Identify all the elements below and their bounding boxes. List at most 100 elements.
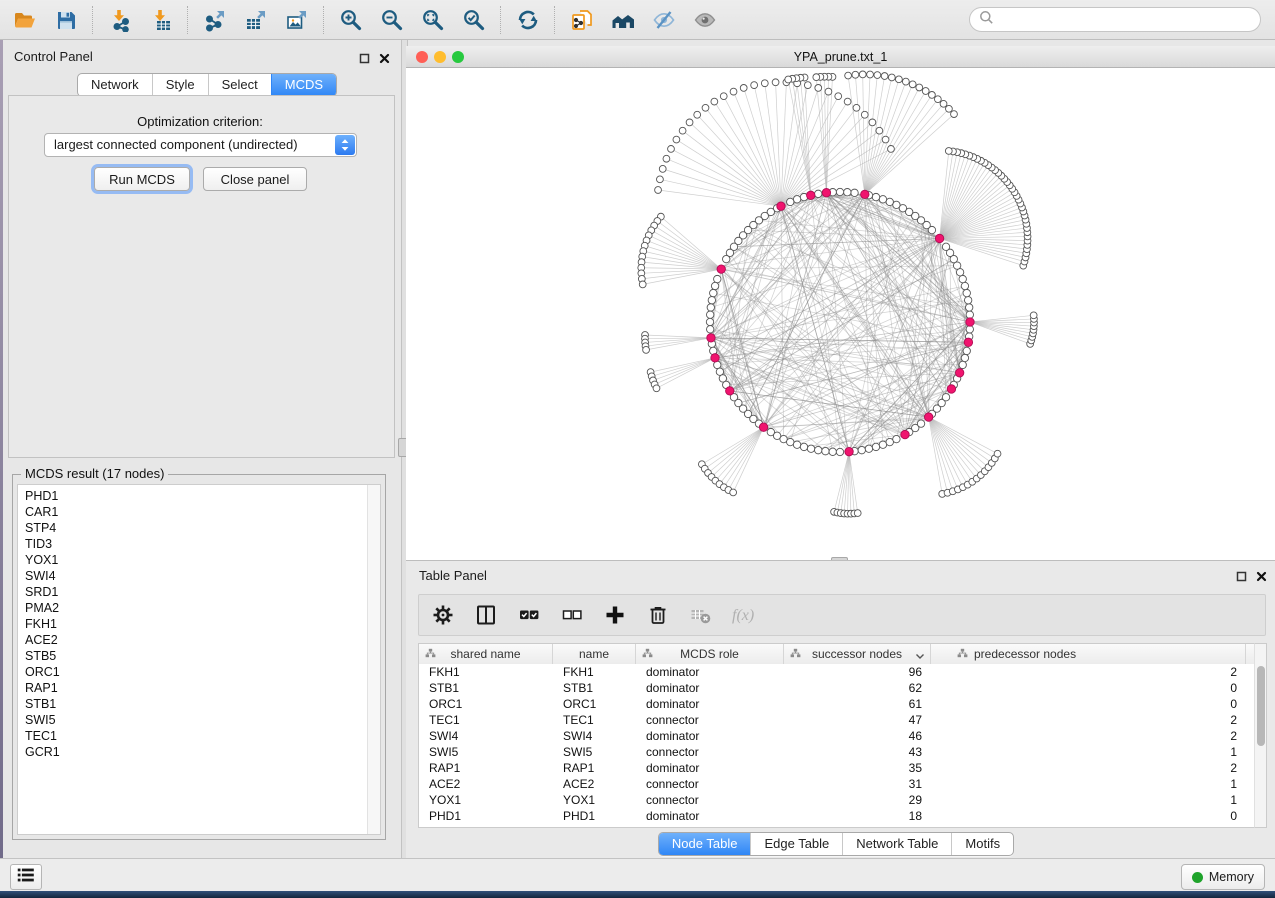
network-node[interactable] xyxy=(966,326,973,333)
table-cell[interactable]: connector xyxy=(636,745,784,759)
network-node[interactable] xyxy=(881,73,888,80)
table-row[interactable]: STB1STB1dominator620 xyxy=(419,680,1254,696)
table-cell[interactable]: 46 xyxy=(784,729,931,743)
network-node[interactable] xyxy=(963,347,970,354)
network-node[interactable] xyxy=(872,193,879,200)
close-panel-button[interactable]: Close panel xyxy=(203,167,307,191)
zoom-selected-icon[interactable] xyxy=(453,3,494,37)
mcds-dominator-node[interactable] xyxy=(845,447,853,455)
export-image-icon[interactable] xyxy=(276,3,317,37)
network-node[interactable] xyxy=(707,311,714,318)
tab-network[interactable]: Network xyxy=(78,74,152,96)
network-node[interactable] xyxy=(879,196,886,203)
network-node[interactable] xyxy=(844,98,851,105)
network-node[interactable] xyxy=(706,318,713,325)
table-cell[interactable]: connector xyxy=(636,777,784,791)
tab-network-table[interactable]: Network Table xyxy=(842,833,951,855)
network-node[interactable] xyxy=(872,443,879,450)
table-cell[interactable]: 61 xyxy=(784,697,931,711)
network-node[interactable] xyxy=(940,100,947,107)
network-node[interactable] xyxy=(959,361,966,368)
table-cell[interactable]: 2 xyxy=(931,665,1246,679)
table-cell[interactable]: SWI5 xyxy=(419,745,553,759)
network-node[interactable] xyxy=(707,304,714,311)
network-node[interactable] xyxy=(723,255,730,262)
network-node[interactable] xyxy=(886,198,893,205)
table-cell[interactable]: 18 xyxy=(784,809,931,823)
table-settings-icon[interactable] xyxy=(429,600,457,630)
table-cell[interactable]: ACE2 xyxy=(553,777,636,791)
table-row[interactable]: YOX1YOX1connector291 xyxy=(419,792,1254,808)
network-node[interactable] xyxy=(711,98,718,105)
mcds-result-item[interactable]: GCR1 xyxy=(25,744,380,760)
network-node[interactable] xyxy=(663,155,670,162)
network-window-titlebar[interactable]: YPA_prune.txt_1 xyxy=(406,46,1275,68)
table-row[interactable]: FKH1FKH1dominator962 xyxy=(419,664,1254,680)
table-cell[interactable]: STB1 xyxy=(419,681,553,695)
network-node[interactable] xyxy=(942,243,949,250)
table-cell[interactable]: 1 xyxy=(931,793,1246,807)
network-graph[interactable] xyxy=(406,68,1275,560)
network-node[interactable] xyxy=(800,443,807,450)
network-node[interactable] xyxy=(888,146,895,153)
network-node[interactable] xyxy=(702,104,709,111)
network-node[interactable] xyxy=(673,136,680,143)
delete-entry-icon[interactable] xyxy=(644,600,672,630)
table-cell[interactable]: YOX1 xyxy=(553,793,636,807)
tab-edge-table[interactable]: Edge Table xyxy=(750,833,842,855)
table-cell[interactable]: 2 xyxy=(931,729,1246,743)
mcds-result-item[interactable]: STB5 xyxy=(25,648,380,664)
network-node[interactable] xyxy=(694,111,701,118)
network-node[interactable] xyxy=(825,88,832,95)
network-node[interactable] xyxy=(836,188,843,195)
table-row[interactable]: RAP1RAP1dominator352 xyxy=(419,760,1254,776)
network-node[interactable] xyxy=(708,297,715,304)
table-cell[interactable]: SWI4 xyxy=(553,729,636,743)
mcds-result-item[interactable]: STB1 xyxy=(25,696,380,712)
zoom-in-icon[interactable] xyxy=(330,3,371,37)
mcds-dominator-node[interactable] xyxy=(966,318,974,326)
save-session-icon[interactable] xyxy=(45,3,86,37)
open-file-icon[interactable] xyxy=(4,3,45,37)
table-cell[interactable]: 0 xyxy=(931,809,1246,823)
mcds-result-item[interactable]: STP4 xyxy=(25,520,380,536)
network-node[interactable] xyxy=(815,446,822,453)
close-panel-icon[interactable] xyxy=(1256,569,1267,587)
network-node[interactable] xyxy=(853,104,860,111)
mcds-result-item[interactable]: SWI4 xyxy=(25,568,380,584)
table-scrollbar[interactable] xyxy=(1254,643,1267,828)
tab-node-table[interactable]: Node Table xyxy=(659,833,751,855)
mcds-result-list[interactable]: PHD1CAR1STP4TID3YOX1SWI4SRD1PMA2FKH1ACE2… xyxy=(17,484,381,835)
network-node[interactable] xyxy=(945,148,952,155)
network-node[interactable] xyxy=(964,297,971,304)
table-row[interactable]: TEC1TEC1connector472 xyxy=(419,712,1254,728)
network-node[interactable] xyxy=(720,93,727,100)
network-node[interactable] xyxy=(845,72,852,79)
table-cell[interactable]: RAP1 xyxy=(553,761,636,775)
network-node[interactable] xyxy=(946,105,953,112)
table-cell[interactable]: dominator xyxy=(636,681,784,695)
export-network-icon[interactable] xyxy=(194,3,235,37)
network-node[interactable] xyxy=(804,82,811,89)
network-node[interactable] xyxy=(668,146,675,153)
network-node[interactable] xyxy=(740,85,747,92)
network-node[interactable] xyxy=(861,111,868,118)
table-cell[interactable]: 0 xyxy=(931,697,1246,711)
network-node[interactable] xyxy=(835,93,842,100)
mcds-dominator-node[interactable] xyxy=(964,338,972,346)
network-view-canvas[interactable] xyxy=(406,68,1275,560)
network-node[interactable] xyxy=(867,71,874,78)
mcds-dominator-node[interactable] xyxy=(924,413,932,421)
mcds-result-item[interactable]: TID3 xyxy=(25,536,380,552)
network-node[interactable] xyxy=(963,289,970,296)
mcds-dominator-node[interactable] xyxy=(955,369,963,377)
search-input[interactable] xyxy=(999,11,1251,28)
table-cell[interactable]: TEC1 xyxy=(419,713,553,727)
mcds-result-item[interactable]: PMA2 xyxy=(25,600,380,616)
network-node[interactable] xyxy=(787,198,794,205)
table-row[interactable]: SWI4SWI4dominator462 xyxy=(419,728,1254,744)
network-node[interactable] xyxy=(966,311,973,318)
network-node[interactable] xyxy=(859,71,866,78)
network-node[interactable] xyxy=(876,127,883,134)
mcds-dominator-node[interactable] xyxy=(947,385,955,393)
